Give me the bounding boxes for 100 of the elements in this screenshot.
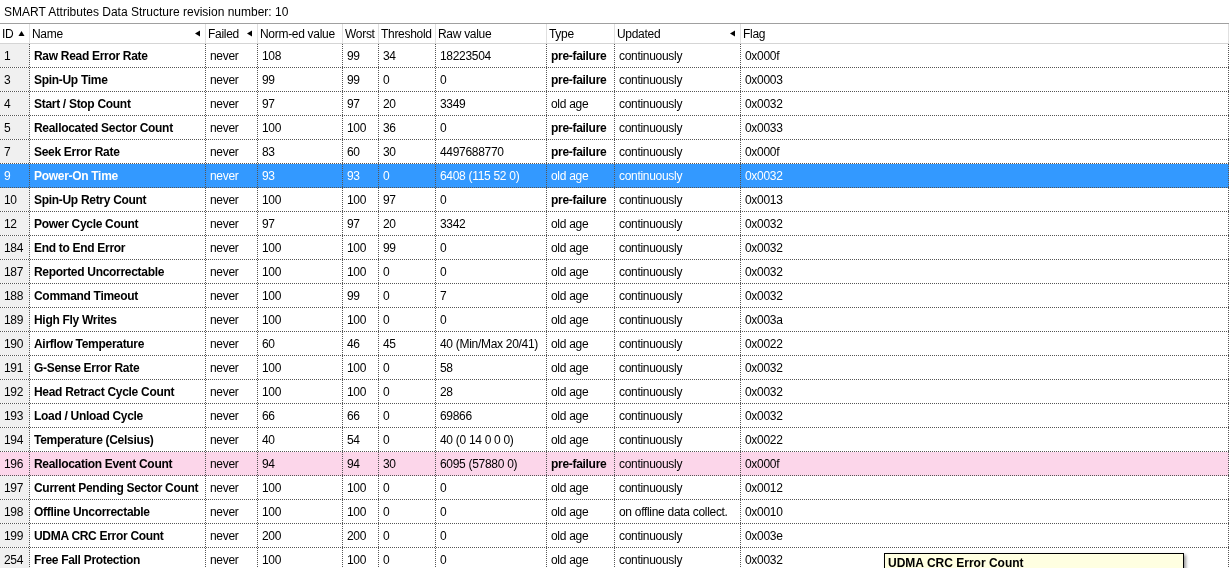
attribute-row[interactable]: 199 UDMA CRC Error Count never 200 200 0 0 old age continuously 0x003e [0, 524, 1229, 548]
failed-cell: never [206, 380, 258, 403]
worst-cell: 99 [343, 68, 379, 91]
worst-cell: 54 [343, 428, 379, 451]
attribute-row[interactable]: 197 Current Pending Sector Count never 100 100 0 0 old age continuously 0x0012 [0, 476, 1229, 500]
threshold-cell: 0 [379, 164, 436, 187]
attribute-row[interactable]: 10 Spin-Up Retry Count never 100 100 97 0 pre-failure continuously 0x0013 [0, 188, 1229, 212]
value-cell: 60 [258, 332, 343, 355]
attribute-row[interactable]: 1 Raw Read Error Rate never 108 99 34 18223504 pre-failure continuously 0x000f [0, 44, 1229, 68]
name-cell: Spin-Up Retry Count [30, 188, 206, 211]
threshold-cell: 0 [379, 428, 436, 451]
raw-value-cell: 0 [436, 188, 547, 211]
name-cell: Spin-Up Time [30, 68, 206, 91]
worst-cell: 60 [343, 140, 379, 163]
flag-cell: 0x000f [741, 44, 1229, 67]
updated-cell: continuously [615, 524, 741, 547]
id-cell: 9 [0, 164, 30, 187]
type-cell: old age [547, 524, 615, 547]
attribute-row[interactable]: 184 End to End Error never 100 100 99 0 old age continuously 0x0032 [0, 236, 1229, 260]
threshold-cell: 36 [379, 116, 436, 139]
worst-cell: 46 [343, 332, 379, 355]
flag-cell: 0x0032 [741, 380, 1229, 403]
raw-value-cell: 7 [436, 284, 547, 307]
raw-value-cell: 40 (0 14 0 0 0) [436, 428, 547, 451]
raw-value-cell: 4497688770 [436, 140, 547, 163]
attribute-row[interactable]: 189 High Fly Writes never 100 100 0 0 old age continuously 0x003a [0, 308, 1229, 332]
type-cell: pre-failure [547, 188, 615, 211]
column-header[interactable]: Flag [741, 24, 1229, 43]
flag-cell: 0x0022 [741, 428, 1229, 451]
value-cell: 100 [258, 380, 343, 403]
column-header[interactable]: Norm-ed value [258, 24, 343, 43]
threshold-cell: 0 [379, 524, 436, 547]
attribute-row[interactable]: 3 Spin-Up Time never 99 99 0 0 pre-failure continuously 0x0003 [0, 68, 1229, 92]
flag-cell: 0x0032 [741, 92, 1229, 115]
type-cell: old age [547, 548, 615, 568]
attribute-row[interactable]: 192 Head Retract Cycle Count never 100 100 0 28 old age continuously 0x0032 [0, 380, 1229, 404]
flag-cell: 0x003a [741, 308, 1229, 331]
threshold-cell: 0 [379, 308, 436, 331]
column-header[interactable]: Threshold [379, 24, 436, 43]
updated-cell: continuously [615, 116, 741, 139]
failed-cell: never [206, 92, 258, 115]
updated-cell: continuously [615, 308, 741, 331]
value-cell: 200 [258, 524, 343, 547]
raw-value-cell: 28 [436, 380, 547, 403]
column-header[interactable]: ID [0, 24, 30, 43]
threshold-cell: 45 [379, 332, 436, 355]
name-cell: Start / Stop Count [30, 92, 206, 115]
id-cell: 1 [0, 44, 30, 67]
updated-cell: continuously [615, 284, 741, 307]
attribute-row[interactable]: 188 Command Timeout never 100 99 0 7 old age continuously 0x0032 [0, 284, 1229, 308]
raw-value-cell: 69866 [436, 404, 547, 427]
attribute-row[interactable]: 191 G-Sense Error Rate never 100 100 0 58 old age continuously 0x0032 [0, 356, 1229, 380]
name-cell: End to End Error [30, 236, 206, 259]
updated-cell: continuously [615, 164, 741, 187]
type-cell: old age [547, 380, 615, 403]
column-header[interactable]: Worst [343, 24, 379, 43]
column-header[interactable]: Name [30, 24, 206, 43]
attribute-row[interactable]: 7 Seek Error Rate never 83 60 30 4497688770 pre-failure continuously 0x000f [0, 140, 1229, 164]
column-header[interactable]: Raw value [436, 24, 547, 43]
id-cell: 196 [0, 452, 30, 475]
updated-cell: continuously [615, 404, 741, 427]
worst-cell: 100 [343, 548, 379, 568]
failed-cell: never [206, 332, 258, 355]
updated-cell: continuously [615, 92, 741, 115]
name-cell: Head Retract Cycle Count [30, 380, 206, 403]
value-cell: 100 [258, 116, 343, 139]
attribute-row[interactable]: 194 Temperature (Celsius) never 40 54 0 40 (0 14 0 0 0) old age continuously 0x0022 [0, 428, 1229, 452]
value-cell: 40 [258, 428, 343, 451]
value-cell: 100 [258, 260, 343, 283]
worst-cell: 100 [343, 188, 379, 211]
attribute-row[interactable]: 5 Reallocated Sector Count never 100 100 36 0 pre-failure continuously 0x0033 [0, 116, 1229, 140]
threshold-cell: 0 [379, 500, 436, 523]
updated-cell: continuously [615, 476, 741, 499]
column-header[interactable]: Type [547, 24, 615, 43]
attribute-row[interactable]: 190 Airflow Temperature never 60 46 45 40 (Min/Max 20/41) old age continuously 0x0022 [0, 332, 1229, 356]
threshold-cell: 30 [379, 452, 436, 475]
worst-cell: 100 [343, 260, 379, 283]
raw-value-cell: 0 [436, 500, 547, 523]
flag-cell: 0x0033 [741, 116, 1229, 139]
threshold-cell: 0 [379, 356, 436, 379]
attribute-row[interactable]: 193 Load / Unload Cycle never 66 66 0 69866 old age continuously 0x0032 [0, 404, 1229, 428]
threshold-cell: 99 [379, 236, 436, 259]
id-cell: 188 [0, 284, 30, 307]
attribute-row[interactable]: 196 Reallocation Event Count never 94 94 30 6095 (57880 0) pre-failure continuously 0x000f [0, 452, 1229, 476]
raw-value-cell: 58 [436, 356, 547, 379]
id-cell: 5 [0, 116, 30, 139]
type-cell: old age [547, 164, 615, 187]
raw-value-cell: 0 [436, 68, 547, 91]
name-cell: UDMA CRC Error Count [30, 524, 206, 547]
column-header[interactable]: Updated [615, 24, 741, 43]
column-header[interactable]: Failed [206, 24, 258, 43]
id-cell: 7 [0, 140, 30, 163]
id-cell: 12 [0, 212, 30, 235]
attribute-row[interactable]: 4 Start / Stop Count never 97 97 20 3349 old age continuously 0x0032 [0, 92, 1229, 116]
flag-cell: 0x0032 [741, 260, 1229, 283]
attribute-row[interactable]: 187 Reported Uncorrectable never 100 100 0 0 old age continuously 0x0032 [0, 260, 1229, 284]
failed-cell: never [206, 404, 258, 427]
attribute-row[interactable]: 198 Offline Uncorrectable never 100 100 0 0 old age on offline data collect. 0x0010 [0, 500, 1229, 524]
flag-cell: 0x0032 [741, 284, 1229, 307]
attribute-row[interactable]: 12 Power Cycle Count never 97 97 20 3342 old age continuously 0x0032 [0, 212, 1229, 236]
